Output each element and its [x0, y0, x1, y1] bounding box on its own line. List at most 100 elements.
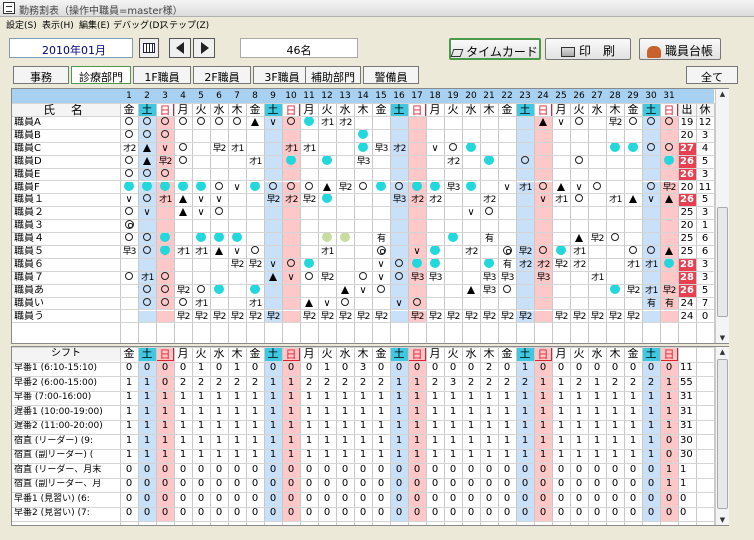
grid-line: [120, 347, 121, 525]
circle-mark-icon: [647, 246, 655, 254]
menu-edit[interactable]: 編集(E): [79, 18, 110, 31]
shift-count-cell: 0: [179, 463, 187, 475]
day-number-header[interactable]: 2: [138, 89, 156, 103]
day-number-header[interactable]: 20: [462, 89, 480, 103]
scroll-thumb[interactable]: [717, 359, 728, 509]
green-dot-icon: [322, 233, 332, 243]
shift-count-cell: 1: [485, 434, 493, 446]
cyan-dot-icon: [430, 258, 440, 268]
shift-count-cell: 0: [359, 492, 367, 504]
month-field[interactable]: 2010年01月: [9, 38, 133, 58]
next-month-button[interactable]: [193, 38, 215, 58]
print-button[interactable]: 印 刷: [545, 38, 631, 60]
scroll-down-icon[interactable]: ▼: [717, 333, 728, 343]
day-number-header[interactable]: 28: [606, 89, 624, 103]
dept-tab-clinical[interactable]: 診療部門: [71, 66, 131, 84]
shift-scrollbar[interactable]: ▲ ▼: [715, 347, 729, 525]
scroll-down-icon[interactable]: ▼: [717, 515, 728, 525]
menu-view[interactable]: 表示(H): [42, 18, 74, 31]
shift-count-cell: 0: [282, 506, 300, 521]
shift-count-cell: 1: [593, 405, 601, 417]
day-number-header[interactable]: 21: [480, 89, 498, 103]
shift-count-cell: 0: [282, 462, 300, 477]
prev-month-button[interactable]: [169, 38, 191, 58]
grid-line: [12, 206, 728, 208]
day-number-header[interactable]: 13: [336, 89, 354, 103]
day-number-header[interactable]: 10: [282, 89, 300, 103]
day-number-header[interactable]: 4: [174, 89, 192, 103]
shift-count-cell: 2: [485, 362, 493, 373]
shift-count-cell: 0: [233, 492, 241, 504]
shift-count-cell: 1: [642, 390, 660, 405]
timecard-button[interactable]: タイムカード: [449, 38, 541, 60]
shift-type-label: 宿直 (副リーダー) (: [14, 450, 94, 460]
calendar-button[interactable]: [139, 38, 159, 58]
dept-tab-office[interactable]: 事務: [13, 66, 69, 84]
day-number-header[interactable]: 30: [642, 89, 660, 103]
shift-count-cell: 1: [390, 433, 408, 448]
day-number-header[interactable]: 16: [390, 89, 408, 103]
weekday-header: 土: [264, 347, 282, 361]
shift-count-cell: 1: [125, 391, 133, 402]
day-number-header[interactable]: 11: [300, 89, 318, 103]
all-button[interactable]: 全て: [686, 66, 738, 84]
day-number-header[interactable]: 15: [372, 89, 390, 103]
grid-line: [462, 103, 463, 343]
shift-count-cell: 1: [611, 420, 619, 431]
day-number-header[interactable]: 8: [246, 89, 264, 103]
day-number-header[interactable]: 7: [228, 89, 246, 103]
dept-tab-3f[interactable]: 3F職員: [253, 66, 311, 84]
shift-count-cell: 0: [179, 492, 187, 504]
shift-count-cell: 2: [575, 376, 583, 388]
day-number-header[interactable]: 1: [120, 89, 138, 103]
weekday-header: 月: [300, 347, 318, 361]
day-number-header[interactable]: 23: [516, 89, 534, 103]
dept-tab-security[interactable]: 警備員: [363, 66, 419, 84]
shift-count-cell: 1: [323, 420, 331, 431]
day-number-header[interactable]: 19: [444, 89, 462, 103]
circle-mark-icon: [647, 181, 655, 190]
menu-debug[interactable]: デバッグ(D): [113, 18, 163, 31]
scroll-thumb[interactable]: [717, 207, 728, 317]
day-number-header[interactable]: 31: [660, 89, 678, 103]
scroll-up-icon[interactable]: ▲: [717, 89, 728, 99]
shift-count-cell: 1: [431, 420, 439, 431]
day-number-header[interactable]: 17: [408, 89, 426, 103]
shift-count-cell: 0: [449, 463, 457, 475]
shift-count-cell: 1: [341, 405, 349, 417]
shift-count-cell: 1: [305, 420, 313, 431]
day-number-header[interactable]: 6: [210, 89, 228, 103]
weekday-header: 土: [642, 347, 660, 361]
shift-count-cell: 1: [593, 391, 601, 402]
day-number-header[interactable]: 22: [498, 89, 516, 103]
day-number-header[interactable]: 29: [624, 89, 642, 103]
circle-mark-icon: [593, 181, 601, 190]
menu-settings[interactable]: 設定(S): [6, 18, 37, 31]
grid-line: [372, 103, 373, 343]
day-number-header[interactable]: 18: [426, 89, 444, 103]
day-number-header[interactable]: 12: [318, 89, 336, 103]
day-number-header[interactable]: 26: [570, 89, 588, 103]
menu-step[interactable]: ステップ(Z): [160, 18, 209, 31]
shift-count-cell: 0: [431, 362, 439, 373]
shift-count-cell: 0: [503, 463, 511, 475]
dept-tab-2f[interactable]: 2F職員: [193, 66, 251, 84]
dept-tab-support[interactable]: 補助部門: [305, 66, 361, 84]
grid-line: [12, 283, 728, 285]
day-number-header[interactable]: 3: [156, 89, 174, 103]
day-number-header[interactable]: 24: [534, 89, 552, 103]
shift-count-cell: 0: [138, 491, 156, 506]
grid-line: [300, 347, 301, 525]
schedule-scrollbar[interactable]: ▲ ▼: [715, 89, 729, 343]
day-number-header[interactable]: 9: [264, 89, 282, 103]
grid-line: [408, 103, 409, 343]
day-number-header[interactable]: 14: [354, 89, 372, 103]
day-number-header[interactable]: 25: [552, 89, 570, 103]
grid-line: [138, 347, 139, 525]
scroll-up-icon[interactable]: ▲: [717, 347, 728, 357]
day-number-header[interactable]: 27: [588, 89, 606, 103]
staff-ledger-button[interactable]: 職員台帳: [639, 38, 721, 60]
day-number-header[interactable]: 5: [192, 89, 210, 103]
dept-tab-1f[interactable]: 1F職員: [133, 66, 191, 84]
shift-count-cell: 1: [431, 391, 439, 402]
